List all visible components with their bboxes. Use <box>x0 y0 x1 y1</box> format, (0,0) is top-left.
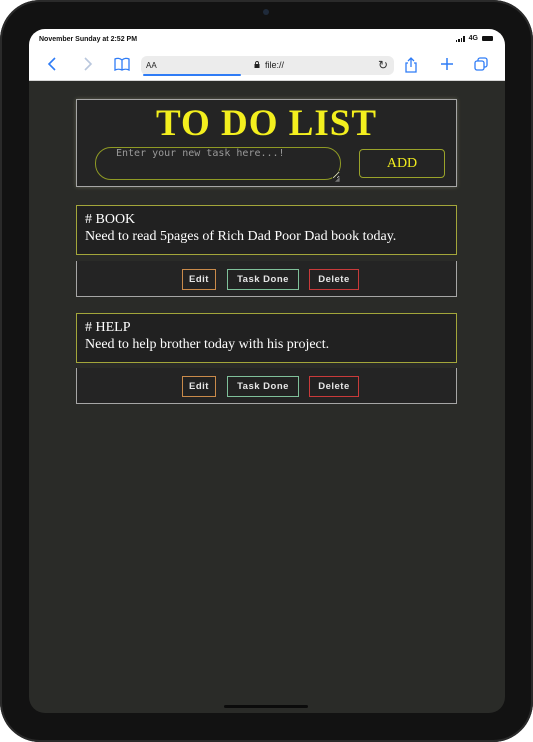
back-icon[interactable] <box>45 57 59 75</box>
bookmarks-icon[interactable] <box>113 57 131 75</box>
url-text: file:// <box>265 60 285 70</box>
edit-button[interactable]: Edit <box>182 376 216 397</box>
task-heading: # BOOK <box>85 212 136 227</box>
text-size-button[interactable]: AA <box>146 61 157 70</box>
status-bar: November Sunday at 2:52 PM 4G <box>29 29 505 51</box>
delete-button[interactable]: Delete <box>309 269 359 290</box>
edit-button[interactable]: Edit <box>182 269 216 290</box>
task-card: # BOOK Need to read 5pages of Rich Dad P… <box>76 205 457 255</box>
lock-icon <box>254 61 260 68</box>
address-bar[interactable]: AA file:// ↻ <box>141 56 394 76</box>
todo-header: TO DO LIST ◢ ADD <box>76 99 457 187</box>
home-indicator <box>224 705 308 708</box>
task-done-button[interactable]: Task Done <box>227 269 299 290</box>
reload-icon[interactable]: ↻ <box>378 58 388 72</box>
task-done-button[interactable]: Task Done <box>227 376 299 397</box>
share-icon[interactable] <box>403 57 419 77</box>
network-label: 4G <box>468 35 478 42</box>
page-load-progress <box>143 74 241 76</box>
screen: November Sunday at 2:52 PM 4G AA file://… <box>29 29 505 713</box>
task-description: Need to help brother today with his proj… <box>85 337 330 352</box>
tabs-icon[interactable] <box>473 57 489 75</box>
battery-icon <box>482 36 493 41</box>
task-card: # HELP Need to help brother today with h… <box>76 313 457 363</box>
browser-toolbar: AA file:// ↻ <box>29 51 505 81</box>
task-input[interactable] <box>95 147 341 180</box>
tablet-frame: November Sunday at 2:52 PM 4G AA file://… <box>0 0 533 742</box>
task-description: Need to read 5pages of Rich Dad Poor Dad… <box>85 229 397 244</box>
add-button[interactable]: ADD <box>359 149 445 178</box>
signal-icon <box>455 35 465 42</box>
task-heading: # HELP <box>85 320 131 335</box>
status-indicators: 4G <box>455 35 493 42</box>
page-title: TO DO LIST <box>155 103 378 144</box>
new-tab-icon[interactable] <box>439 57 455 75</box>
forward-icon[interactable] <box>81 57 95 75</box>
delete-button[interactable]: Delete <box>309 376 359 397</box>
status-time: November Sunday at 2:52 PM <box>39 36 138 43</box>
camera-icon <box>263 9 269 15</box>
task-actions: Edit Task Done Delete <box>76 368 457 404</box>
resize-grip-icon[interactable]: ◢ <box>335 176 340 183</box>
task-actions: Edit Task Done Delete <box>76 261 457 297</box>
